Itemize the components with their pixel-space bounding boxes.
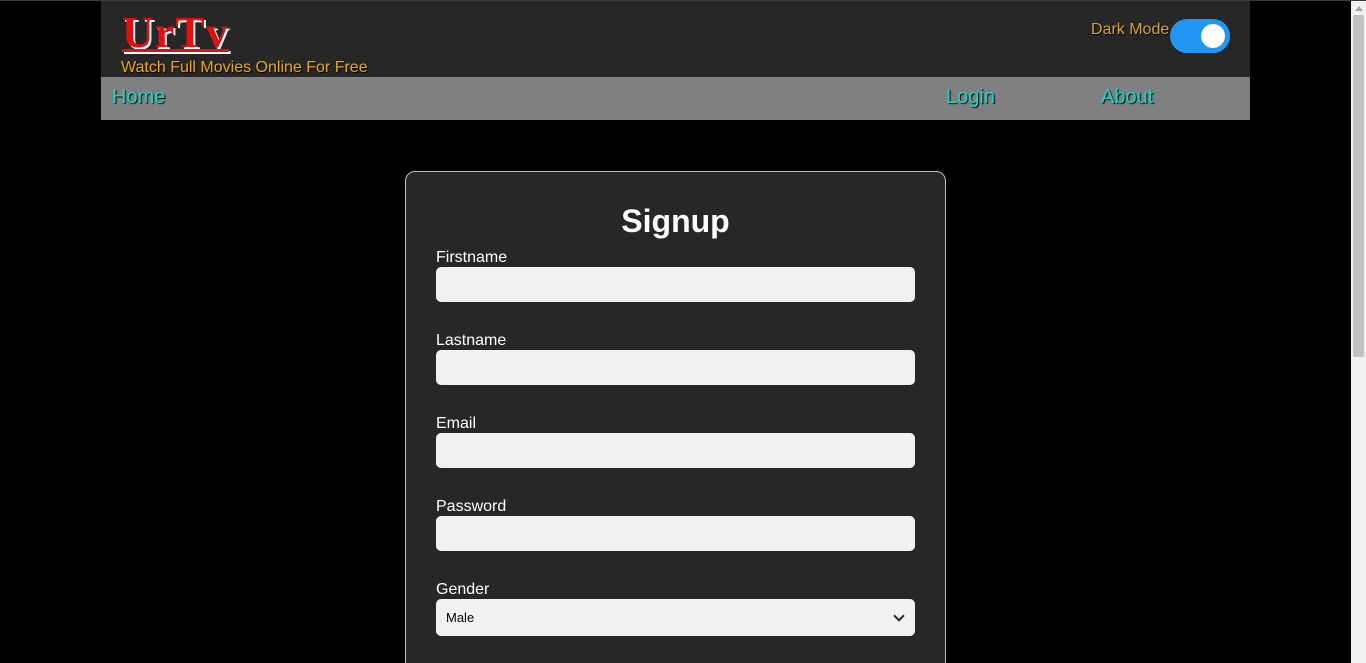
lastname-input[interactable]: [436, 350, 915, 385]
dark-mode-toggle[interactable]: [1170, 19, 1230, 53]
email-label: Email: [436, 415, 477, 432]
scroll-up-arrow-icon[interactable]: [1355, 6, 1363, 11]
toggle-knob: [1201, 24, 1225, 48]
email-input[interactable]: [436, 433, 915, 468]
main-nav: Home Login About: [101, 77, 1250, 120]
form-title: Signup: [621, 203, 730, 239]
signup-form-card: Signup Firstname Lastname Email Password…: [405, 171, 946, 663]
site-logo[interactable]: UrTv: [122, 9, 229, 57]
firstname-label: Firstname: [436, 249, 508, 266]
firstname-input[interactable]: [436, 267, 915, 302]
dark-mode-label: Dark Mode: [1091, 21, 1170, 38]
gender-label: Gender: [436, 581, 490, 598]
nav-link-home[interactable]: Home: [112, 86, 165, 109]
chevron-down-icon: [893, 609, 905, 622]
site-header: UrTv Watch Full Movies Online For Free D…: [101, 1, 1250, 77]
site-tagline: Watch Full Movies Online For Free: [121, 59, 368, 76]
password-input[interactable]: [436, 516, 915, 551]
gender-select[interactable]: Male: [436, 599, 915, 636]
lastname-label: Lastname: [436, 332, 507, 349]
vertical-scrollbar[interactable]: [1351, 1, 1366, 663]
gender-selected-value: Male: [446, 610, 475, 625]
nav-link-login[interactable]: Login: [946, 86, 995, 109]
nav-link-about[interactable]: About: [1101, 86, 1153, 109]
scrollbar-thumb[interactable]: [1353, 15, 1364, 357]
page: UrTv Watch Full Movies Online For Free D…: [0, 0, 1366, 663]
password-label: Password: [436, 498, 507, 515]
